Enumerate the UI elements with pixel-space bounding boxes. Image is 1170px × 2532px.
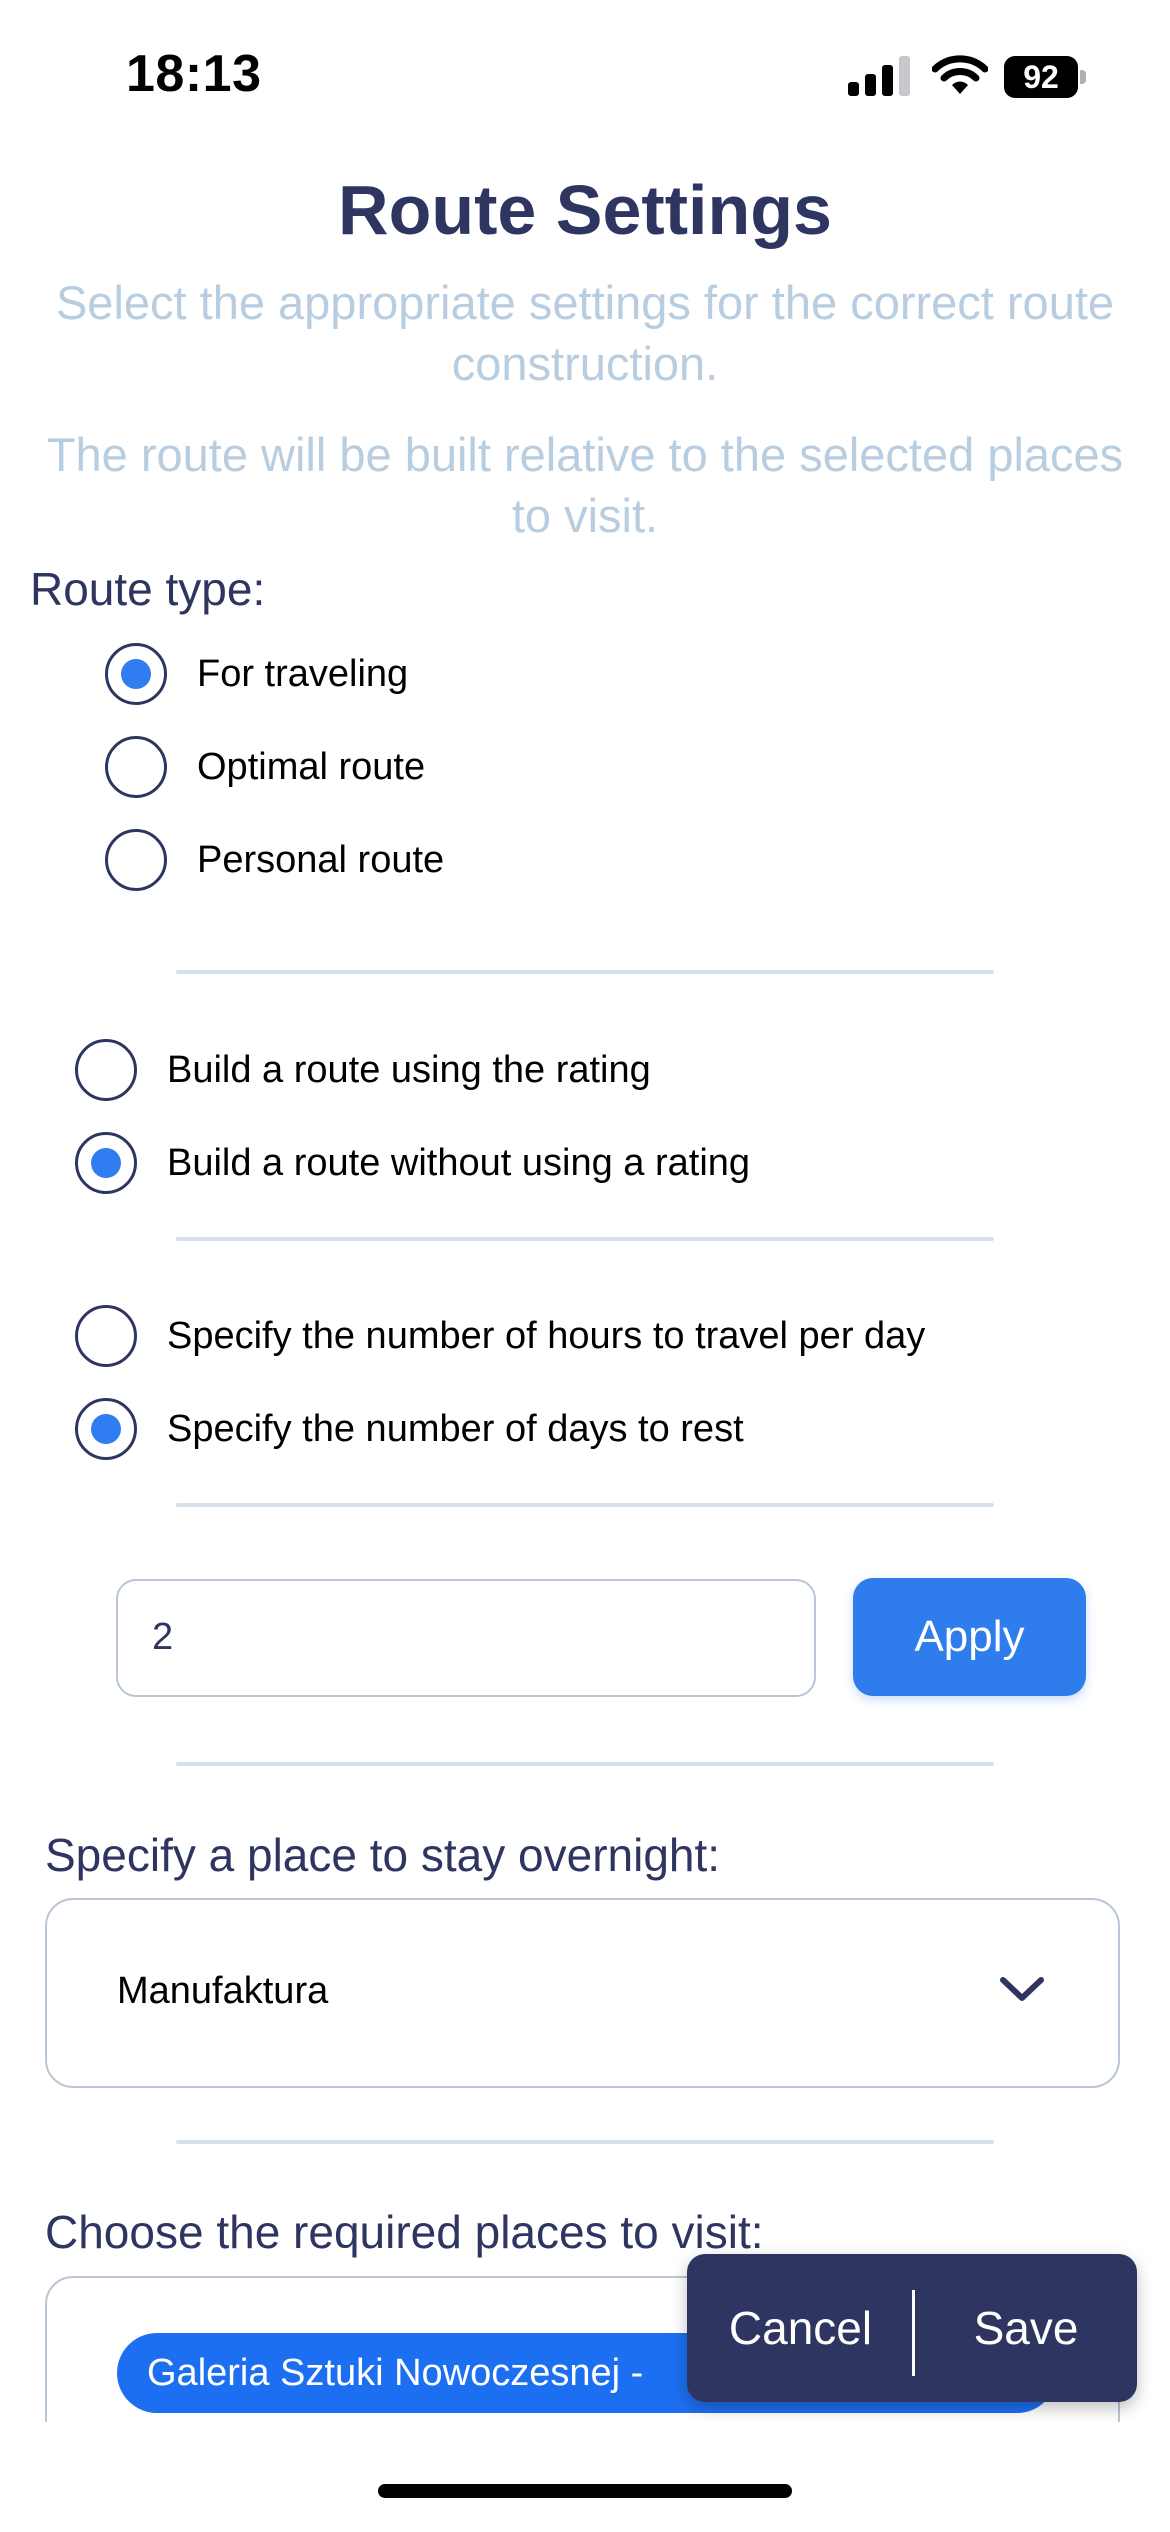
cancel-button[interactable]: Cancel <box>687 2254 914 2402</box>
radio-button[interactable] <box>75 1039 137 1101</box>
days-input[interactable]: 2 <box>116 1579 816 1697</box>
divider <box>176 1762 994 1766</box>
radio-option-for-traveling[interactable]: For traveling <box>105 643 408 705</box>
apply-button[interactable]: Apply <box>853 1578 1086 1696</box>
battery-icon: 92 <box>1004 56 1086 98</box>
radio-label: Specify the number of days to rest <box>167 1407 744 1450</box>
radio-label: Build a route without using a rating <box>167 1141 751 1184</box>
radio-option-without-rating[interactable]: Build a route without using a rating <box>75 1132 750 1194</box>
radio-label: For traveling <box>197 652 409 695</box>
divider <box>176 970 994 974</box>
radio-option-days-to-rest[interactable]: Specify the number of days to rest <box>75 1398 744 1460</box>
radio-button[interactable] <box>105 829 167 891</box>
bottom-safe-area <box>0 2422 1170 2532</box>
route-type-label: Route type: <box>30 563 266 615</box>
overnight-selected-value: Manufaktura <box>117 1970 329 2012</box>
home-indicator[interactable] <box>378 2484 792 2498</box>
page-title: Route Settings <box>338 171 832 249</box>
radio-option-hours-per-day[interactable]: Specify the number of hours to travel pe… <box>75 1305 925 1367</box>
radio-label: Build a route using the rating <box>167 1048 651 1091</box>
radio-button[interactable] <box>105 736 167 798</box>
divider <box>176 1237 994 1241</box>
radio-option-optimal-route[interactable]: Optimal route <box>105 736 425 798</box>
divider <box>176 1503 994 1507</box>
status-time: 18:13 <box>126 45 262 103</box>
page-subtitle-2: The route will be built relative to the … <box>46 428 1124 542</box>
status-bar: 18:13 92 <box>0 0 1170 150</box>
radio-button-checked[interactable] <box>105 643 167 705</box>
radio-label: Specify the number of hours to travel pe… <box>167 1314 926 1357</box>
page-subtitle-1: Select the appropriate settings for the … <box>55 276 1115 390</box>
wifi-icon <box>931 54 989 96</box>
radio-button-checked[interactable] <box>75 1132 137 1194</box>
save-button[interactable]: Save <box>915 2254 1137 2402</box>
overnight-select[interactable]: Manufaktura <box>45 1898 1120 2088</box>
radio-label: Personal route <box>197 838 445 881</box>
radio-button[interactable] <box>75 1305 137 1367</box>
battery-level: 92 <box>1004 56 1078 98</box>
chevron-down-icon[interactable] <box>997 1970 1047 2010</box>
cellular-signal-icon <box>848 56 910 96</box>
places-label: Choose the required places to visit: <box>45 2206 764 2258</box>
overnight-label: Specify a place to stay overnight: <box>45 1829 721 1881</box>
radio-button-checked[interactable] <box>75 1398 137 1460</box>
radio-label: Optimal route <box>197 745 426 788</box>
divider <box>176 2140 994 2144</box>
radio-option-personal-route[interactable]: Personal route <box>105 829 444 891</box>
radio-option-using-rating[interactable]: Build a route using the rating <box>75 1039 651 1101</box>
action-bar: Cancel Save <box>687 2254 1137 2402</box>
